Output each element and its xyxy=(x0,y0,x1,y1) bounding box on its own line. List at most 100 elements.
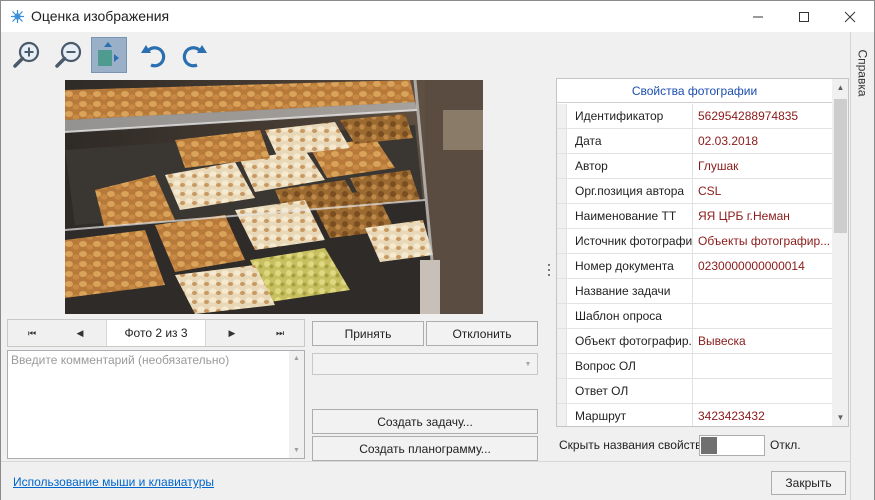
first-icon: ⏮ xyxy=(27,327,37,338)
properties-header: Свойства фотографии xyxy=(557,79,832,103)
row-indicator xyxy=(557,354,567,378)
property-row[interactable]: Номер документа 0230000000000014 xyxy=(557,254,832,279)
minimize-button[interactable] xyxy=(735,1,781,32)
row-indicator xyxy=(557,179,567,203)
toggle-state-label: Откл. xyxy=(770,438,801,452)
property-name: Источник фотографии xyxy=(567,229,693,253)
property-value[interactable]: Объекты фотографир... xyxy=(694,229,832,253)
comment-input[interactable] xyxy=(7,350,305,459)
rotate-left-button[interactable] xyxy=(135,37,171,73)
last-photo-button[interactable]: ⏭ xyxy=(256,320,304,346)
row-indicator xyxy=(557,129,567,153)
property-row[interactable]: Автор Глушак xyxy=(557,154,832,179)
property-row[interactable]: Дата 02.03.2018 xyxy=(557,129,832,154)
property-name: Орг.позиция автора xyxy=(567,179,693,203)
property-row[interactable]: Маршрут 3423423432 xyxy=(557,404,832,426)
property-name: Маршрут xyxy=(567,404,693,426)
property-value[interactable]: 02.03.2018 xyxy=(694,129,832,153)
help-side-tab[interactable]: Справка xyxy=(853,42,873,104)
window-title: Оценка изображения xyxy=(31,8,170,24)
property-row[interactable]: Объект фотографир... Вывеска xyxy=(557,329,832,354)
maximize-button[interactable] xyxy=(781,1,827,32)
toggle-knob[interactable] xyxy=(701,437,717,454)
rotate-right-button[interactable] xyxy=(177,37,213,73)
property-value[interactable]: Глушак xyxy=(694,154,832,178)
scroll-up-icon[interactable]: ▲ xyxy=(832,79,848,96)
property-value[interactable]: CSL xyxy=(694,179,832,203)
app-icon xyxy=(11,10,24,23)
property-row[interactable]: Название задачи xyxy=(557,279,832,304)
photo-navigator: ⏮ ◀ Фото 2 из 3 ▶ ⏭ xyxy=(7,319,305,347)
fit-image-icon xyxy=(98,42,119,66)
title-bar: Оценка изображения xyxy=(1,1,874,32)
property-name: Идентификатор xyxy=(567,104,693,128)
zoom-out-icon xyxy=(55,41,82,68)
row-indicator xyxy=(557,404,567,426)
property-value[interactable]: 3423423432 xyxy=(694,404,832,426)
comment-scrollbar[interactable]: ▲ ▼ xyxy=(289,351,304,458)
property-value[interactable] xyxy=(694,379,832,403)
accept-button[interactable]: Принять xyxy=(312,321,424,346)
first-photo-button[interactable]: ⏮ xyxy=(8,320,56,346)
scroll-down-icon[interactable]: ▼ xyxy=(289,443,304,458)
previous-photo-button[interactable]: ◀ xyxy=(56,320,104,346)
property-row[interactable]: Шаблон опроса xyxy=(557,304,832,329)
row-indicator xyxy=(557,329,567,353)
property-value[interactable] xyxy=(694,279,832,303)
side-panel-strip: Справка xyxy=(850,32,874,500)
photo-properties-grid: Свойства фотографии Идентификатор 5629542… xyxy=(556,78,849,427)
scroll-down-icon[interactable]: ▼ xyxy=(832,409,848,426)
zoom-out-button[interactable] xyxy=(51,37,87,73)
hide-names-label: Скрыть названия свойств: xyxy=(559,438,705,452)
close-button[interactable]: Закрыть xyxy=(771,471,846,495)
photo-viewer[interactable] xyxy=(65,80,483,314)
close-icon xyxy=(844,11,856,22)
row-indicator xyxy=(557,304,567,328)
rotate-right-icon xyxy=(182,45,207,68)
property-row[interactable]: Вопрос ОЛ xyxy=(557,354,832,379)
rotate-left-icon xyxy=(141,45,166,68)
property-value[interactable] xyxy=(694,354,832,378)
create-task-button[interactable]: Создать задачу... xyxy=(312,409,538,434)
property-name: Название задачи xyxy=(567,279,693,303)
property-name: Наименование ТТ xyxy=(567,204,693,228)
property-value[interactable]: 562954288974835 xyxy=(694,104,832,128)
minimize-icon xyxy=(753,16,763,17)
property-value[interactable] xyxy=(694,304,832,328)
property-row[interactable]: Источник фотографии Объекты фотографир... xyxy=(557,229,832,254)
row-indicator xyxy=(557,104,567,128)
hide-names-toggle[interactable] xyxy=(699,435,765,456)
reject-button[interactable]: Отклонить xyxy=(426,321,538,346)
property-value[interactable]: ЯЯ ЦРБ г.Неман xyxy=(694,204,832,228)
property-row[interactable]: Идентификатор 562954288974835 xyxy=(557,104,832,129)
row-indicator xyxy=(557,379,567,403)
fit-image-button[interactable] xyxy=(91,37,127,73)
property-row[interactable]: Ответ ОЛ xyxy=(557,379,832,404)
property-row[interactable]: Орг.позиция автора CSL xyxy=(557,179,832,204)
property-value[interactable]: Вывеска xyxy=(694,329,832,353)
scrollbar-thumb[interactable] xyxy=(834,99,847,233)
dialog-window: Оценка изображения Справка ⏮ ◀ Фото 2 из… xyxy=(0,0,875,500)
property-value[interactable]: 0230000000000014 xyxy=(694,254,832,278)
property-name: Объект фотографир... xyxy=(567,329,693,353)
close-window-button[interactable] xyxy=(827,1,873,32)
property-name: Ответ ОЛ xyxy=(567,379,693,403)
maximize-icon xyxy=(799,11,809,22)
scroll-up-icon[interactable]: ▲ xyxy=(289,351,304,366)
chevron-down-icon: ▼ xyxy=(524,360,532,368)
dialog-footer: Использование мыши и клавиатуры Закрыть xyxy=(1,461,850,499)
next-photo-button[interactable]: ▶ xyxy=(208,320,256,346)
mouse-keyboard-help-link[interactable]: Использование мыши и клавиатуры xyxy=(13,475,214,489)
property-name: Номер документа xyxy=(567,254,693,278)
splitter-grip-icon[interactable] xyxy=(547,263,551,277)
row-indicator xyxy=(557,154,567,178)
row-indicator xyxy=(557,204,567,228)
property-name: Вопрос ОЛ xyxy=(567,354,693,378)
property-row[interactable]: Наименование ТТ ЯЯ ЦРБ г.Неман xyxy=(557,204,832,229)
properties-scrollbar[interactable]: ▲ ▼ xyxy=(832,79,848,426)
previous-icon: ◀ xyxy=(76,327,84,338)
property-name: Автор xyxy=(567,154,693,178)
reason-dropdown[interactable]: ▼ xyxy=(312,353,538,375)
create-planogram-button[interactable]: Создать планограмму... xyxy=(312,436,538,461)
zoom-in-button[interactable] xyxy=(9,37,45,73)
